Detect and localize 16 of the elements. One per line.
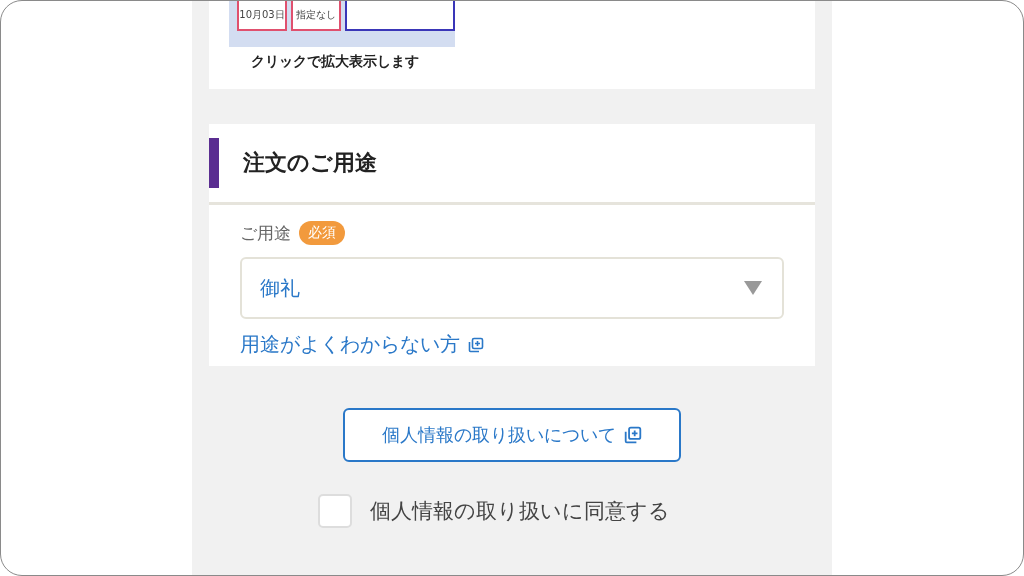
required-badge: 必須	[299, 221, 345, 245]
field-label: ご用途	[240, 221, 291, 245]
preview-image[interactable]: 10月03日 指定なし	[229, 1, 455, 47]
section-title: 注文のご用途	[243, 149, 377, 177]
preview-cell: 10月03日	[237, 1, 287, 31]
preview-caption: クリックで拡大表示します	[251, 53, 420, 71]
external-window-icon	[468, 336, 484, 353]
consent-checkbox[interactable]	[318, 494, 352, 528]
purpose-select[interactable]: 御礼	[240, 257, 784, 319]
help-link[interactable]: 用途がよくわからない方	[240, 331, 460, 358]
consent-label: 個人情報の取り扱いに同意する	[370, 498, 670, 525]
preview-cell: 指定なし	[291, 1, 341, 31]
external-window-icon	[624, 426, 642, 444]
privacy-policy-button[interactable]: 個人情報の取り扱いについて	[343, 408, 681, 462]
caret-icon	[744, 281, 762, 295]
section-accent-bar	[209, 138, 219, 188]
